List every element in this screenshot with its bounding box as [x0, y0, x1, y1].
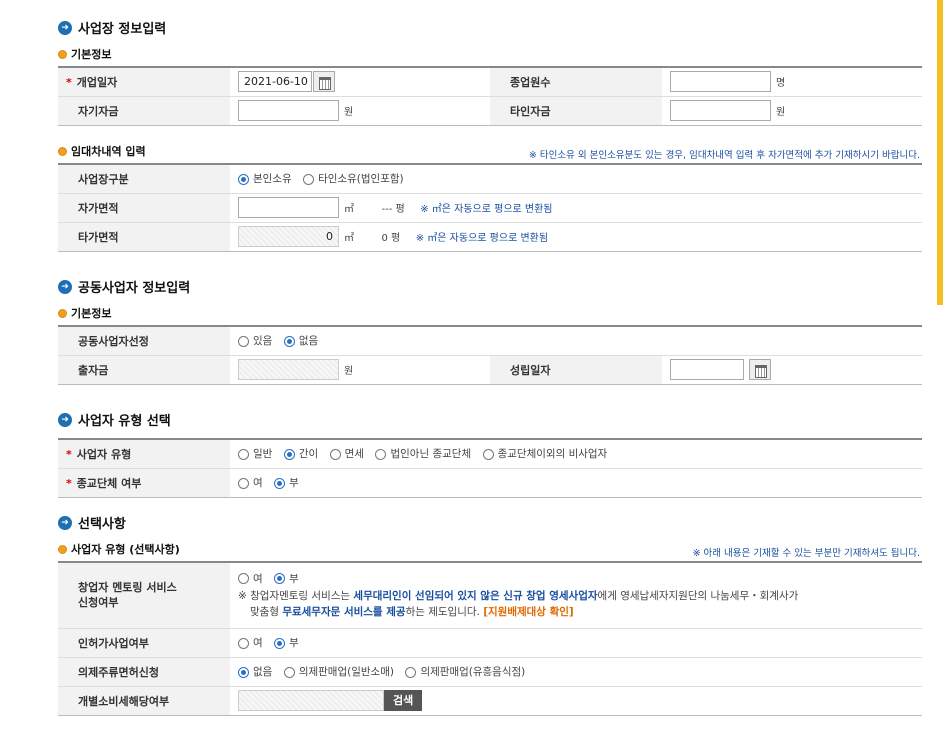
investment-label: 출자금 [58, 354, 230, 384]
exclusion-check-link[interactable]: [지원배제대상 확인] [483, 606, 574, 618]
radio-religious-nonprofit[interactable]: 법인아닌 종교단체 [375, 446, 471, 461]
radio-license-no[interactable]: 부 [274, 635, 299, 650]
investment-input [238, 359, 339, 380]
radio-license-yes[interactable]: 여 [238, 635, 263, 650]
other-capital-input[interactable] [670, 100, 771, 121]
optional-table: 창업자 멘토링 서비스 신청여부 여 부 ※ 창업자멘토링 서비스는 세무대리인… [58, 561, 922, 716]
radio-liquor-retail[interactable]: 의제판매업(일반소매) [283, 664, 394, 679]
required-icon: * [66, 75, 72, 89]
bullet-icon [58, 544, 67, 554]
own-area-input[interactable] [238, 197, 339, 218]
radio-non-business[interactable]: 종교단체이외의 비사업자 [482, 446, 607, 461]
radio-mentoring-no[interactable]: 부 [274, 571, 299, 586]
section-business-info: ➜ 사업장 정보입력 [58, 18, 166, 37]
lease-note: ※ 타인소유 외 본인소유분도 있는 경우, 임대차내역 입력 후 자가면적에 … [528, 150, 920, 161]
subsection-joint-basic: 기본정보 [58, 305, 111, 321]
radio-own[interactable]: 본인소유 [238, 171, 292, 186]
subsection-title: 임대차내역 입력 [71, 145, 146, 158]
subsection-optional: 사업자 유형 (선택사항) [58, 541, 180, 557]
religious-label: * 종교단체 여부 [58, 467, 230, 497]
mentoring-description: ※ 창업자멘토링 서비스는 세무대리인이 선임되어 있지 않은 신규 창업 영세… [238, 589, 799, 618]
section-title: 사업자 유형 선택 [78, 414, 171, 429]
radio-joint-yes[interactable]: 있음 [238, 333, 272, 348]
other-area-label: 타가면적 [58, 221, 230, 251]
establish-date-label: 성립일자 [490, 354, 662, 384]
section-title: 선택사항 [78, 517, 126, 532]
joint-table: 공동사업자선정 있음 없음 출자금 원 성립일자 [58, 325, 922, 385]
other-area-pyeong: 0 평 [381, 233, 401, 244]
arrow-circle-icon: ➜ [58, 279, 72, 294]
arrow-circle-icon: ➜ [58, 515, 72, 530]
section-title: 공동사업자 정보입력 [78, 281, 191, 296]
radio-mentoring-yes[interactable]: 여 [238, 571, 263, 586]
bullet-icon [58, 146, 67, 156]
liquor-label: 의제주류면허신청 [58, 656, 230, 686]
required-icon: * [66, 447, 72, 461]
establish-date-input[interactable] [670, 359, 744, 380]
radio-tax-exempt[interactable]: 면세 [329, 446, 364, 461]
site-type-label: 사업장구분 [58, 163, 230, 193]
section-optional: ➜ 선택사항 [58, 513, 126, 532]
other-area-unit: ㎡ [344, 233, 354, 244]
bullet-icon [58, 308, 67, 318]
subsection-title: 기본정보 [71, 307, 112, 320]
license-label: 인허가사업여부 [58, 627, 230, 657]
own-area-unit: ㎡ [344, 204, 354, 215]
biz-type-table: * 사업자 유형 일반 간이 면세 법인아닌 종교단체 종교단체이외의 비사업자 … [58, 438, 922, 498]
subsection-title: 사업자 유형 (선택사항) [71, 543, 180, 556]
joint-select-label: 공동사업자선정 [58, 325, 230, 355]
own-area-label: 자가면적 [58, 192, 230, 222]
radio-simplified[interactable]: 간이 [283, 446, 318, 461]
own-capital-unit: 원 [344, 107, 354, 118]
excise-label: 개별소비세해당여부 [58, 685, 230, 715]
own-area-pyeong: --- 평 [381, 204, 405, 215]
investment-unit: 원 [344, 366, 354, 377]
own-capital-input[interactable] [238, 100, 339, 121]
scrollbar-accent[interactable] [937, 0, 943, 305]
other-capital-unit: 원 [776, 107, 786, 118]
open-date-label: * 개업일자 [58, 66, 230, 96]
other-area-input: 0 [238, 226, 339, 247]
arrow-circle-icon: ➜ [58, 20, 72, 35]
open-date-input[interactable]: 2021-06-10 [238, 71, 312, 93]
area-conversion-note: ※ ㎡은 자동으로 평으로 변환됨 [420, 204, 553, 215]
arrow-circle-icon: ➜ [58, 412, 72, 427]
radio-religious-no[interactable]: 부 [274, 475, 299, 490]
calendar-icon[interactable] [749, 359, 771, 380]
lease-table: 사업장구분 본인소유 타인소유(법인포함) 자가면적 ㎡ --- 평 ※ ㎡은 … [58, 163, 922, 252]
radio-religious-yes[interactable]: 여 [238, 475, 263, 490]
radio-liquor-none[interactable]: 없음 [238, 664, 272, 679]
own-capital-label: 자기자금 [58, 95, 230, 125]
section-joint-business: ➜ 공동사업자 정보입력 [58, 277, 190, 296]
calendar-icon[interactable] [313, 71, 335, 93]
radio-general[interactable]: 일반 [238, 446, 272, 461]
required-icon: * [66, 476, 72, 490]
radio-other[interactable]: 타인소유(법인포함) [303, 171, 404, 186]
subsection-basic-info: 기본정보 [58, 46, 111, 62]
radio-joint-no[interactable]: 없음 [283, 333, 318, 348]
employees-label: 종업원수 [490, 66, 662, 96]
area-conversion-note: ※ ㎡은 자동으로 평으로 변환됨 [415, 233, 549, 244]
bullet-icon [58, 49, 67, 59]
excise-input [238, 690, 384, 711]
optional-note: ※ 아래 내용은 기재할 수 있는 부분만 기재하셔도 됩니다. [692, 548, 920, 559]
basic-info-table: * 개업일자 2021-06-10 종업원수 명 자기자금 원 타인자금 원 [58, 66, 922, 126]
search-button[interactable]: 검색 [384, 690, 423, 711]
employees-input[interactable] [670, 71, 771, 93]
mentoring-label: 창업자 멘토링 서비스 신청여부 [58, 561, 230, 628]
other-capital-label: 타인자금 [490, 95, 662, 125]
subsection-lease: 임대차내역 입력 [58, 143, 146, 159]
radio-liquor-entertainment[interactable]: 의제판매업(유흥음식점) [405, 664, 525, 679]
employees-unit: 명 [776, 78, 786, 90]
subsection-title: 기본정보 [71, 48, 112, 61]
section-title: 사업장 정보입력 [78, 22, 167, 37]
section-biz-type: ➜ 사업자 유형 선택 [58, 410, 171, 429]
biz-type-label: * 사업자 유형 [58, 438, 230, 468]
